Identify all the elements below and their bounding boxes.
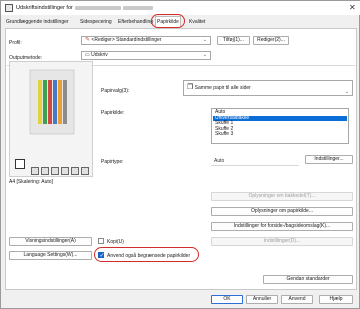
language-settings-button[interactable]: Language Settings(W)... xyxy=(9,251,92,260)
preview-tool-icon[interactable] xyxy=(81,167,89,175)
paper-selection-label: Papirvalg(3): xyxy=(101,88,130,94)
chevron-down-icon: ⌄ xyxy=(202,52,207,58)
cancel-button[interactable]: Annuller xyxy=(246,295,278,304)
chevron-down-icon: ⌄ xyxy=(344,89,349,95)
copy-checkbox-label: Kopi(U) xyxy=(107,239,124,245)
printer-small-icon: ▭ xyxy=(85,52,90,58)
view-settings-button[interactable]: Visningsindstillinger(A) xyxy=(9,237,92,246)
preview-tool-icon[interactable] xyxy=(31,167,39,175)
tab-finishing[interactable]: Efterbehandling xyxy=(117,17,154,27)
preview-tool-icon[interactable] xyxy=(61,167,69,175)
paper-type-settings-button[interactable]: Indstillinger... xyxy=(305,155,353,164)
preview-tool-icon[interactable] xyxy=(51,167,59,175)
paper-selection-select[interactable]: ❐ Samme papir til alle sider ⌄ xyxy=(183,80,353,96)
preview-caption: A4 [Skalering: Auto] xyxy=(9,179,53,185)
edit-profile-button[interactable]: Rediger(2)... xyxy=(253,36,289,45)
print-settings-dialog: Udskriftsindstillinger for ✕ Grundlæggen… xyxy=(0,0,360,309)
copy-checkbox[interactable] xyxy=(98,238,104,244)
output-method-value: Udskriv xyxy=(91,52,108,58)
printer-name-redacted xyxy=(74,5,121,10)
paper-source-label: Papirkilde: xyxy=(101,110,125,116)
tab-page-setup[interactable]: Sidespecering xyxy=(79,17,113,27)
help-button[interactable]: Hjælp xyxy=(319,295,353,304)
printer-icon xyxy=(5,4,13,12)
apply-button[interactable]: Anvend xyxy=(281,295,313,304)
ok-button[interactable]: OK xyxy=(211,295,243,304)
profile-label: Profil: xyxy=(9,40,22,46)
tab-highlight-marker xyxy=(151,14,185,28)
paper-type-label: Papirtype: xyxy=(101,159,124,165)
output-method-select[interactable]: ▭ Udskriv ⌄ xyxy=(81,51,211,60)
window-title: Udskriftsindstillinger for xyxy=(16,5,153,11)
checkbox-highlight-marker xyxy=(94,247,199,262)
settings-disabled-button[interactable]: Indstillinger(D)... xyxy=(211,237,353,246)
printer-model-redacted xyxy=(122,5,153,10)
window-title-text: Udskriftsindstillinger for xyxy=(16,5,73,11)
tray-info-button[interactable]: Oplysninger om bakkedel(T)... xyxy=(211,192,353,201)
profile-value: <Rediger> Standardindstillinger xyxy=(91,37,162,43)
printer-preview-icon xyxy=(15,159,25,169)
paper-selection-value: Samme papir til alle sider xyxy=(194,85,251,91)
restore-defaults-button[interactable]: Gendan standarder xyxy=(263,275,353,284)
preview-tool-icon[interactable] xyxy=(71,167,79,175)
cover-settings-button[interactable]: Indstillinger for forside-/bagsideomslag… xyxy=(211,222,353,231)
close-icon[interactable]: ✕ xyxy=(349,3,356,12)
pencil-icon: ✎ xyxy=(85,37,91,43)
title-bar: Udskriftsindstillinger for ✕ xyxy=(1,1,360,15)
preview-tool-icon[interactable] xyxy=(41,167,49,175)
preview-toolbar xyxy=(31,167,91,175)
profile-select[interactable]: ✎ <Rediger> Standardindstillinger ⌄ xyxy=(81,36,211,45)
chevron-down-icon: ⌄ xyxy=(202,37,207,43)
paper-source-option[interactable]: Skuffe 3 xyxy=(213,131,347,138)
pages-icon: ❐ xyxy=(187,84,194,91)
paper-source-info-button[interactable]: Oplysninger om papirkilde... xyxy=(211,207,353,216)
add-profile-button[interactable]: Tilføj(1)... xyxy=(217,36,250,45)
tab-quality[interactable]: Kvalitet xyxy=(188,17,206,27)
paper-type-underline xyxy=(211,165,299,166)
paper-source-list[interactable]: Auto Universalbakke Skuffe 1 Skuffe 2 Sk… xyxy=(211,108,349,144)
tab-basic-settings[interactable]: Grundlæggende indstillinger xyxy=(5,17,70,27)
paper-type-value: Auto xyxy=(214,158,225,164)
